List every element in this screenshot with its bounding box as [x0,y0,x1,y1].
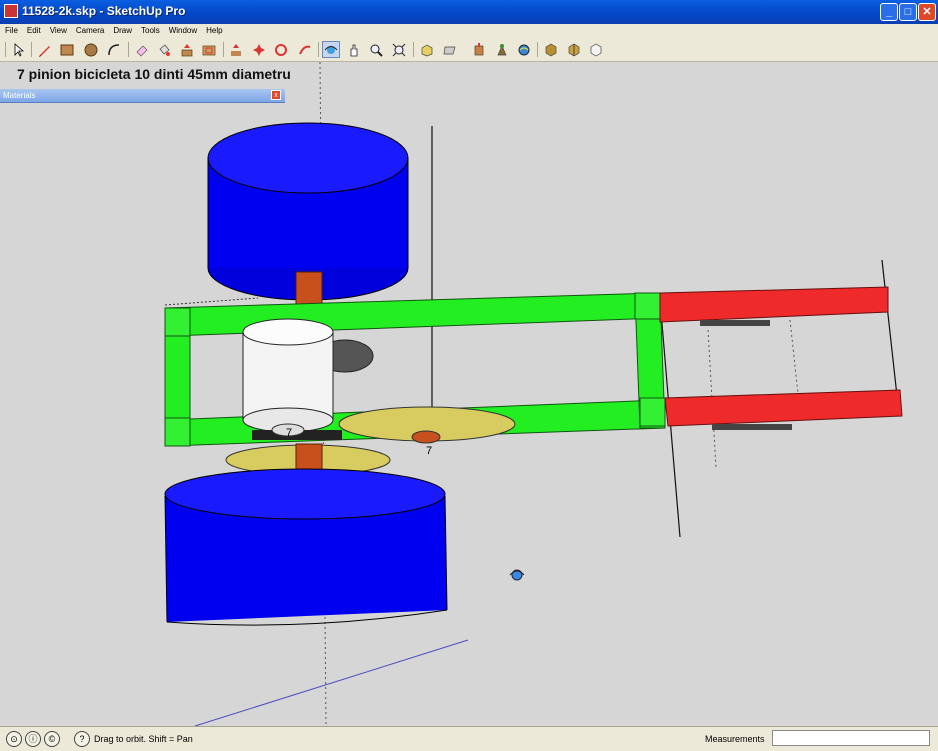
arc-icon[interactable] [105,41,123,58]
right-view-icon[interactable] [493,41,511,58]
orbit-cursor-icon [509,569,525,581]
follow-me-icon[interactable] [296,41,314,58]
rectangle-icon[interactable] [58,41,76,58]
front-view-icon[interactable] [470,41,488,58]
white-cylinder [242,318,334,433]
rotate-icon[interactable] [250,41,268,58]
materials-close-button[interactable]: x [271,90,281,100]
vertical-guide-line-far-right [881,259,899,406]
menu-tools[interactable]: Tools [136,24,164,35]
zoom-extents-icon[interactable] [390,41,408,58]
credits-icon[interactable]: ⓘ [25,731,41,747]
select-icon[interactable] [9,41,27,58]
menu-file[interactable]: File [0,24,22,35]
hidden-line-icon[interactable] [587,41,605,58]
model-drawing[interactable]: 7 7 [0,62,938,726]
wireframe-icon[interactable] [565,41,583,58]
iso-view-icon[interactable] [418,41,436,58]
measurements-label: Measurements [705,734,765,744]
label-seven-b: 7 [426,445,432,457]
menu-view[interactable]: View [45,24,71,35]
maximize-button[interactable]: □ [899,3,917,21]
help-icon[interactable]: ? [74,731,90,747]
window-title: 11528-2k.skp - SketchUp Pro [22,4,186,18]
pan-icon[interactable] [345,41,363,58]
user-icon[interactable]: © [44,731,60,747]
zoom-icon[interactable] [367,41,385,58]
scale-icon[interactable] [272,41,290,58]
minimize-button[interactable]: _ [880,3,898,21]
top-shaft [295,271,323,309]
close-button[interactable]: ✕ [918,3,936,21]
dotted-edge-top [164,297,259,306]
sketchup-app-icon [4,4,18,18]
menu-camera[interactable]: Camera [71,24,108,35]
geo-location-icon[interactable]: ⊙ [6,731,22,747]
blue-axis-line [194,639,469,726]
red-arm-bottom [664,389,903,430]
menu-edit[interactable]: Edit [22,24,45,35]
menu-help[interactable]: Help [201,24,226,35]
orbit-icon[interactable] [322,41,340,58]
bottom-blue-cylinder [164,468,448,626]
pushpull-icon[interactable] [178,41,196,58]
red-arm-top [659,286,889,326]
menu-draw[interactable]: Draw [108,24,136,35]
top-view-icon[interactable] [441,41,459,58]
materials-panel-titlebar[interactable]: Materials x [0,89,285,103]
label-seven-a: 7 [286,427,292,439]
menu-bar: File Edit View Camera Draw Tools Window Help [0,24,938,38]
xray-icon[interactable] [542,41,560,58]
measurements-input[interactable] [772,730,930,746]
status-bar: ⊙ ⓘ © ? Drag to orbit. Shift = Pan Measu… [0,726,938,751]
menu-window[interactable]: Window [164,24,201,35]
back-view-icon[interactable] [515,41,533,58]
materials-panel-title: Materials [3,91,36,100]
main-toolbar [0,38,938,62]
pencil-icon[interactable] [36,41,54,58]
status-hint: Drag to orbit. Shift = Pan [94,734,193,744]
move-icon[interactable] [227,41,245,58]
scene-title: 7 pinion bicicleta 10 dinti 45mm diametr… [17,66,291,82]
circle-icon[interactable] [82,41,100,58]
eraser-icon[interactable] [133,41,151,58]
title-bar: 11528-2k.skp - SketchUp Pro _ □ ✕ [0,0,938,24]
modeling-viewport[interactable]: 7 7 7 pinion bicicleta 10 dinti 45mm dia… [0,62,938,726]
offset-icon[interactable] [200,41,218,58]
paint-bucket-icon[interactable] [155,41,173,58]
